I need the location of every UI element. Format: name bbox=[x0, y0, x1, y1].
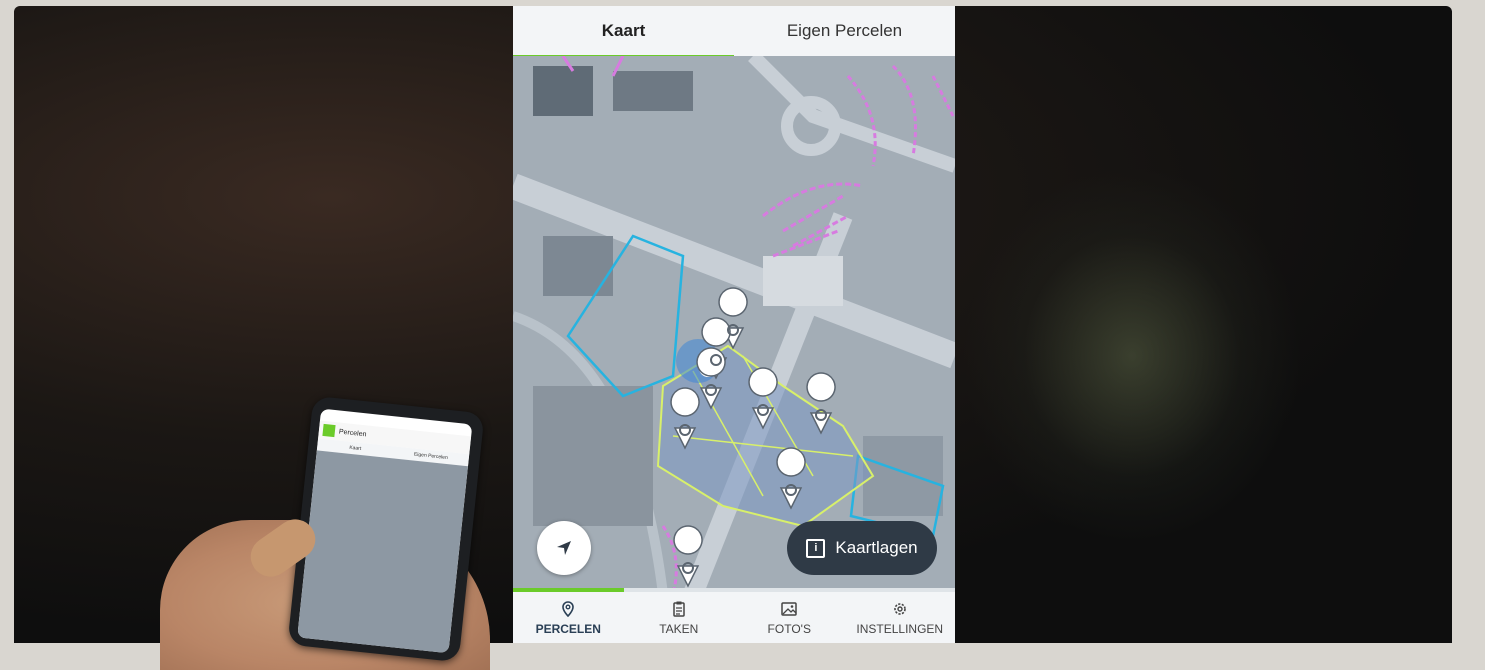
nav-instellingen[interactable]: INSTELLINGEN bbox=[845, 592, 956, 643]
handheld-phone-screen: Percelen Kaart Eigen Percelen bbox=[297, 408, 473, 654]
tab-kaart[interactable]: Kaart bbox=[513, 6, 734, 59]
map-canvas bbox=[513, 56, 955, 594]
nav-percelen[interactable]: PERCELEN bbox=[513, 592, 624, 643]
top-tab-bar: Kaart Eigen Percelen bbox=[513, 6, 955, 59]
nav-taken[interactable]: TAKEN bbox=[624, 592, 735, 643]
locate-me-button[interactable] bbox=[537, 521, 591, 575]
nav-fotos-label: FOTO'S bbox=[767, 621, 811, 636]
handheld-title: Percelen bbox=[338, 428, 367, 438]
navigation-arrow-icon bbox=[557, 541, 571, 555]
info-square-icon: i bbox=[806, 538, 826, 558]
bottom-navigation: PERCELEN TAKEN FOTO'S INSTELLINGEN bbox=[513, 592, 955, 643]
nav-fotos[interactable]: FOTO'S bbox=[734, 592, 845, 643]
nav-instellingen-label: INSTELLINGEN bbox=[856, 621, 944, 636]
app-logo-icon bbox=[322, 423, 336, 438]
tab-eigen-percelen[interactable]: Eigen Percelen bbox=[734, 6, 955, 56]
kaartlagen-button[interactable]: i Kaartlagen bbox=[787, 521, 937, 575]
app-screen: Kaart Eigen Percelen i Kaartlagen PERCEL… bbox=[513, 6, 955, 643]
handheld-phone: Percelen Kaart Eigen Percelen bbox=[287, 395, 485, 663]
map-pin-icon bbox=[562, 600, 575, 617]
nav-percelen-label: PERCELEN bbox=[535, 621, 601, 636]
image-icon bbox=[781, 601, 797, 616]
handheld-map bbox=[297, 450, 469, 654]
gear-icon bbox=[893, 602, 906, 615]
kaartlagen-label: Kaartlagen bbox=[835, 538, 918, 557]
clipboard-icon bbox=[673, 601, 685, 617]
nav-taken-label: TAKEN bbox=[659, 621, 699, 636]
satellite-map[interactable]: i Kaartlagen bbox=[513, 56, 955, 594]
